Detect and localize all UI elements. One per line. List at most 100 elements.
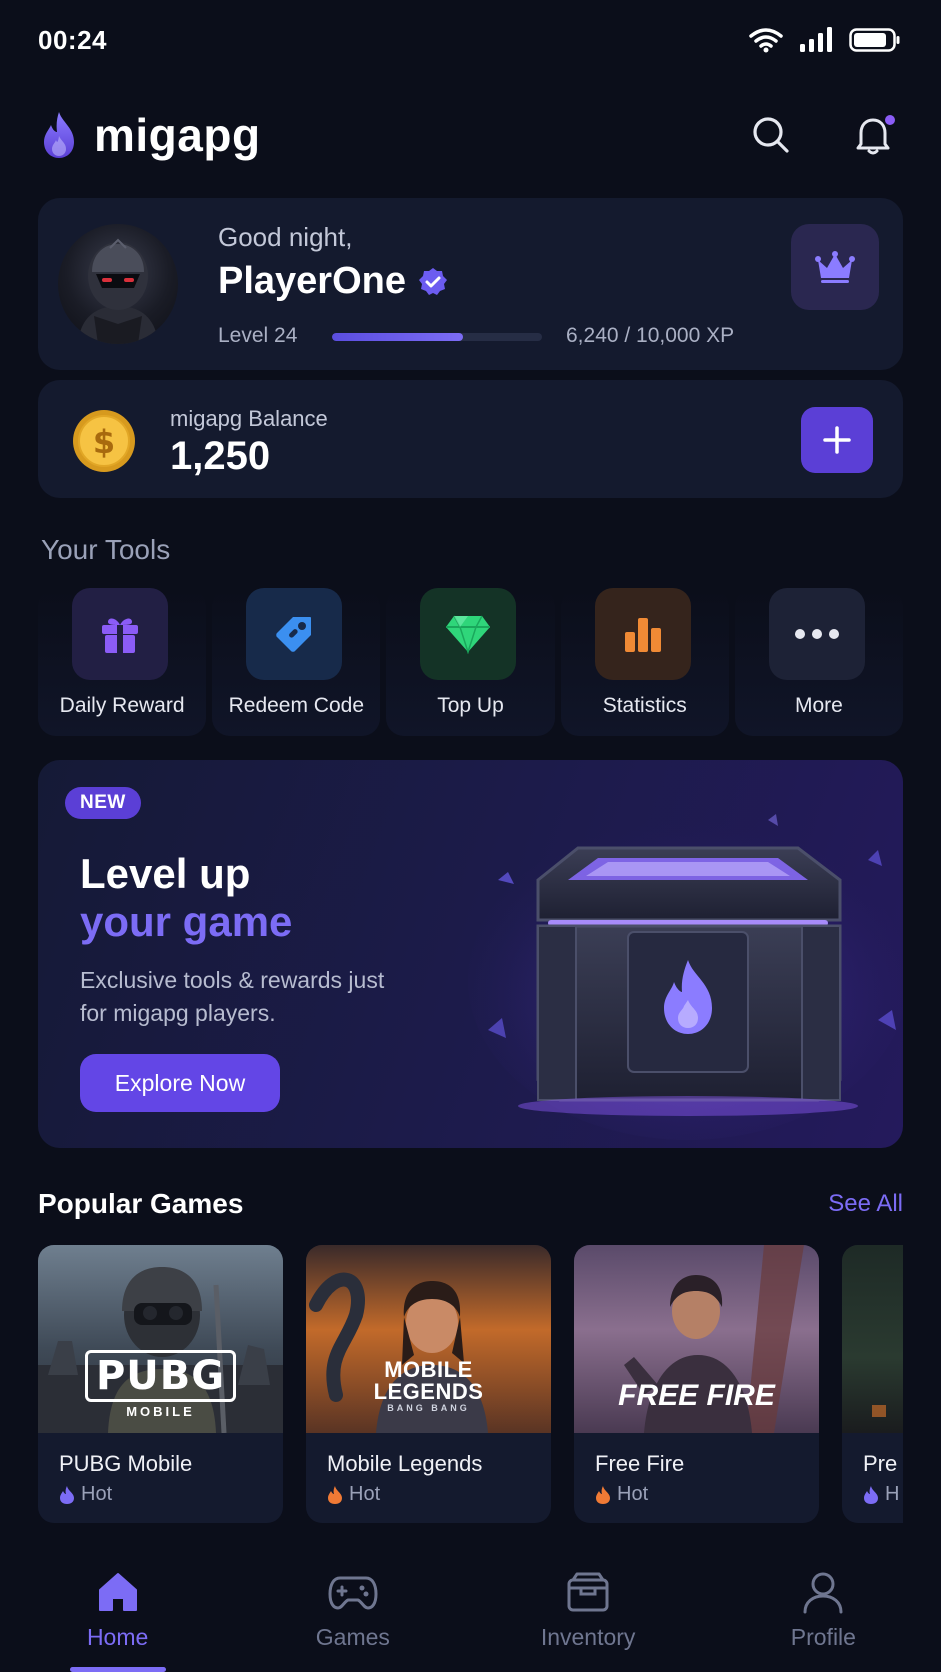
tool-label: More [794,694,843,717]
tool-icon-tile [420,588,517,680]
premium-button[interactable] [791,224,879,310]
crown-icon [815,251,855,283]
game-art: MOBILE LEGENDS BANG BANG [306,1245,551,1433]
new-badge: NEW [65,787,141,819]
game-art-image [872,1405,886,1417]
popular-games-title: Popular Games [38,1188,244,1219]
tool-icon-tile [768,588,865,680]
header-actions [749,113,903,157]
game-card-pubg[interactable]: PUBG MOBILE PUBG Mobile Hot [38,1245,283,1523]
tool-label: Statistics [602,694,687,717]
games-carousel[interactable]: PUBG MOBILE PUBG Mobile Hot MOBILE LEGEN… [38,1245,903,1525]
game-name: Free Fire [595,1451,685,1476]
add-balance-button[interactable] [801,407,873,473]
game-art: PUBG MOBILE [38,1245,283,1433]
user-icon [803,1572,843,1614]
wifi-icon [749,28,783,53]
brand-name: migapg [94,109,261,161]
notification-dot [883,113,897,127]
bottom-nav: Home Games Inventory Profile [0,1540,941,1672]
flame-icon [596,1485,610,1504]
greeting-text: Good night, [218,222,353,252]
game-logo-subtext: BANG BANG [387,1403,470,1413]
balance-label: migapg Balance [170,406,328,431]
nav-item-inventory[interactable]: Inventory [471,1540,706,1672]
game-logo-text: MOBILE LEGENDS [373,1357,484,1404]
nav-label: Home [86,1624,149,1650]
flame-icon [328,1485,342,1504]
promo-banner[interactable]: NEW Level up your game Exclusive tools &… [38,760,903,1148]
bar-chart-icon [624,618,661,652]
tool-label: Redeem Code [228,694,365,717]
plus-icon [823,426,851,454]
game-tag-text: Hot [81,1483,113,1505]
player-name: PlayerOne [218,260,448,303]
player-name-text: PlayerOne [218,260,406,302]
game-logo: PUBG MOBILE [38,1350,283,1419]
nav-label: Inventory [540,1624,636,1650]
search-button[interactable] [749,113,793,157]
tools-section: Your Tools Daily Reward Redeem Code Top … [38,520,904,736]
nav-item-profile[interactable]: Profile [706,1540,941,1672]
xp-text: 6,240 / 10,000 XP [566,324,735,347]
game-card-partial[interactable]: Pre H [842,1245,903,1523]
game-tag: H [863,1483,899,1506]
flame-icon [864,1485,878,1504]
tool-redeem-code[interactable]: Redeem Code [212,588,381,736]
profile-card[interactable]: Good night, PlayerOne Level 24 6,240 / 1… [38,198,903,370]
tool-label: Daily Reward [59,694,185,717]
game-tag-text: H [885,1483,900,1505]
game-art [842,1245,903,1433]
game-card-mobile-legends[interactable]: MOBILE LEGENDS BANG BANG Mobile Legends … [306,1245,551,1523]
nav-label: Profile [790,1624,856,1650]
home-icon [98,1573,137,1611]
game-tag-text: Hot [349,1483,381,1505]
diamond-icon [446,615,491,654]
nav-active-indicator [69,1667,166,1672]
xp-progress-fill [332,333,464,341]
tool-icon-tile [246,588,343,680]
search-icon [753,117,789,153]
balance-value: 1,250 [170,434,271,478]
game-tag-text: Hot [617,1483,649,1505]
flame-icon [60,1485,74,1504]
tool-more[interactable]: More [734,588,904,736]
treasure-chest-image [468,814,903,1140]
coin-icon: $ [73,410,135,472]
gift-icon [102,618,138,653]
battery-icon [849,28,900,52]
notifications-button[interactable] [851,113,897,157]
game-tag: Hot [59,1483,112,1506]
game-name: Pre [863,1451,898,1476]
nav-item-games[interactable]: Games [235,1540,470,1672]
game-tag: Hot [327,1483,380,1506]
nav-label: Games [315,1624,390,1650]
nav-item-home[interactable]: Home [0,1540,235,1672]
xp-progress-bar [332,333,542,341]
app-header: migapg [38,100,903,170]
brand[interactable]: migapg [38,108,261,162]
signal-icon [800,27,832,52]
game-card-free-fire[interactable]: FREE FIRE Free Fire Hot [574,1245,819,1523]
game-name: PUBG Mobile [59,1451,193,1476]
status-bar: 00:24 [0,0,941,80]
see-all-link[interactable]: See All [828,1190,903,1218]
inventory-icon [567,1572,609,1612]
tool-daily-reward[interactable]: Daily Reward [38,588,207,736]
avatar[interactable] [58,224,178,344]
svg-text:$: $ [93,423,115,461]
explore-now-button[interactable]: Explore Now [80,1054,280,1112]
gamepad-icon [328,1576,378,1610]
status-time: 00:24 [38,24,107,55]
banner-subtitle: Exclusive tools & rewards just for migap… [80,967,385,1026]
game-logo: FREE FIRE [574,1379,819,1413]
level-label: Level 24 [218,324,298,347]
tool-statistics[interactable]: Statistics [560,588,729,736]
tool-icon-tile [72,588,168,680]
game-logo-text: PUBG [84,1350,237,1402]
balance-card: $ migapg Balance 1,250 [38,380,903,498]
game-art: FREE FIRE [574,1245,819,1433]
tool-top-up[interactable]: Top Up [386,588,555,736]
game-name: Mobile Legends [327,1451,483,1476]
tool-icon-tile [594,588,691,680]
